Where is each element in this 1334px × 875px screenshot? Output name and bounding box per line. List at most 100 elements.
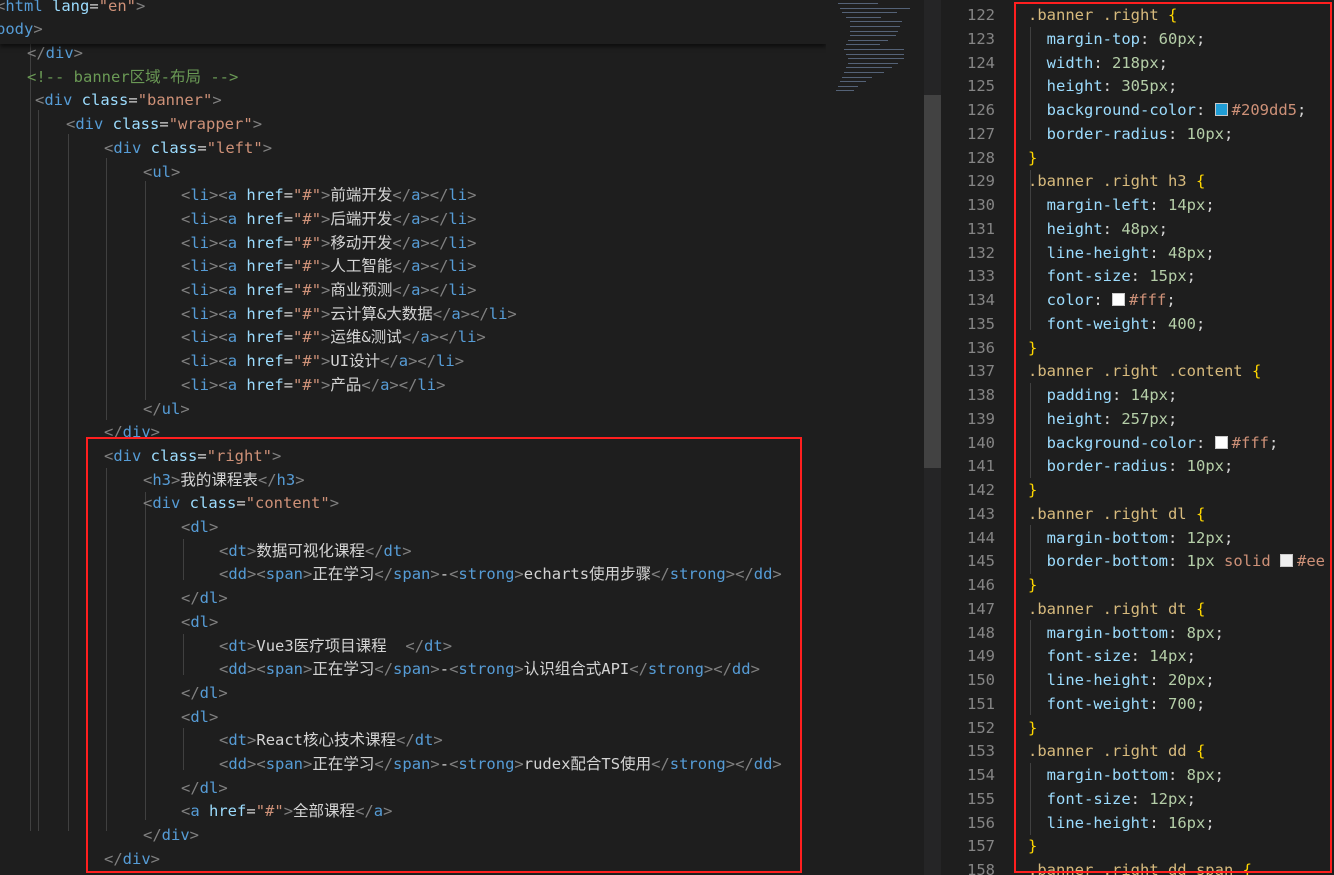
code-token: </ [392, 257, 412, 276]
code-token: > [33, 20, 43, 38]
code-token: href [237, 209, 284, 228]
code-line[interactable]: <li><a href="#">UI设计</a></li> [181, 349, 464, 373]
sticky-line[interactable]: <html lang="en"> [0, 0, 145, 18]
minimap-line [836, 90, 854, 92]
line-number: 122 [967, 6, 995, 24]
line-number: 143 [967, 504, 995, 523]
code-token: li [488, 304, 508, 323]
code-token: li [190, 233, 210, 252]
code-line[interactable]: <li><a href="#">移动开发</a></li> [181, 231, 476, 255]
code-token: > [180, 399, 190, 418]
line-number: 155 [967, 789, 995, 808]
code-token: li [448, 209, 468, 228]
code-token: = [283, 375, 294, 394]
code-token: < [181, 281, 191, 299]
code-token: 前端开发 [330, 186, 393, 205]
sticky-line[interactable]: body> [0, 17, 43, 41]
code-token: li [190, 328, 210, 347]
code-token: </ [392, 186, 412, 205]
code-token: </ [143, 399, 162, 418]
code-token: a [227, 328, 238, 347]
code-token: > [476, 328, 486, 347]
code-token: = [283, 209, 294, 228]
code-token: a [451, 304, 461, 323]
code-token: href [237, 257, 284, 276]
line-number: 141 [967, 457, 995, 476]
code-token: "#" [293, 352, 322, 371]
code-line[interactable]: <li><a href="#">商业预测</a></li> [181, 278, 476, 302]
code-line[interactable]: <div class="banner"> [35, 88, 222, 112]
code-token: = [128, 91, 138, 110]
code-line[interactable]: <!-- banner区域-布局 --> [27, 65, 238, 89]
code-token: a [398, 352, 409, 371]
code-token: > [252, 115, 263, 134]
minimap-line [846, 16, 881, 18]
code-token: > [73, 44, 84, 62]
line-number: 151 [967, 694, 995, 713]
code-line[interactable]: </div> [27, 41, 83, 65]
code-token: < [143, 162, 153, 181]
minimap-line [846, 44, 880, 46]
minimap-line [840, 7, 910, 9]
code-token: div [113, 138, 142, 157]
indent-guide-line [38, 110, 39, 831]
code-token: > [136, 0, 146, 15]
code-token: < [181, 233, 191, 252]
code-line[interactable]: <li><a href="#">前端开发</a></li> [181, 183, 476, 207]
code-token: div [75, 115, 104, 134]
line-number: 150 [967, 671, 995, 689]
code-token: 产品 [330, 375, 362, 394]
line-number: 156 [967, 813, 995, 832]
sticky-scroll-header[interactable]: <html lang="en"> body> [0, 0, 826, 44]
line-number: 127 [967, 124, 995, 143]
vertical-scrollbar-thumb[interactable] [924, 95, 941, 468]
code-token: >< [209, 328, 228, 347]
line-number: 140 [967, 433, 995, 452]
code-token: ></ [420, 233, 449, 252]
code-token: li [190, 304, 210, 323]
highlight-box-html-right-block [86, 437, 802, 873]
code-token: >< [209, 209, 228, 228]
code-token: < [181, 328, 191, 347]
code-line[interactable]: <ul> [143, 160, 180, 184]
code-token: href [237, 186, 284, 205]
code-token: < [104, 138, 114, 157]
code-token: ></ [408, 352, 437, 371]
line-number: 135 [967, 314, 995, 333]
code-line[interactable]: <li><a href="#">云计算&大数据</a></li> [181, 302, 517, 326]
code-line[interactable]: </ul> [143, 397, 190, 421]
line-number: 124 [967, 53, 995, 72]
code-token: >< [209, 352, 228, 371]
code-token: "#" [293, 186, 322, 205]
line-number: 145 [967, 552, 995, 571]
minimap-line [842, 76, 872, 78]
code-token: </ [361, 375, 381, 394]
code-line[interactable]: <li><a href="#">人工智能</a></li> [181, 254, 476, 278]
code-token: class [103, 115, 160, 134]
minimap[interactable] [826, 0, 940, 875]
code-token: = [283, 281, 294, 299]
code-token: ul [161, 399, 181, 418]
line-number: 149 [967, 647, 995, 666]
line-number: 152 [967, 718, 995, 737]
highlight-box-css-rules [1014, 2, 1332, 873]
line-number: 139 [967, 409, 995, 428]
code-line[interactable]: <div class="left"> [104, 136, 272, 160]
code-token: 运维&测试 [330, 328, 402, 347]
code-token: >< [209, 375, 228, 394]
line-number: 125 [967, 77, 995, 96]
code-token: ></ [420, 281, 449, 299]
line-number: 134 [967, 291, 995, 309]
indent-guide-line [30, 44, 31, 831]
code-token: "#" [293, 304, 322, 323]
indent-guide-line [68, 134, 69, 831]
minimap-line [850, 35, 896, 37]
code-token: </ [392, 233, 412, 252]
code-line[interactable]: <li><a href="#">运维&测试</a></li> [181, 325, 486, 349]
code-line[interactable]: <li><a href="#">后端开发</a></li> [181, 207, 476, 231]
code-token: 商业预测 [330, 281, 393, 299]
code-token: "wrapper" [168, 115, 253, 134]
code-token: 移动开发 [330, 233, 393, 252]
code-line[interactable]: <div class="wrapper"> [66, 112, 262, 136]
code-line[interactable]: <li><a href="#">产品</a></li> [181, 373, 445, 397]
